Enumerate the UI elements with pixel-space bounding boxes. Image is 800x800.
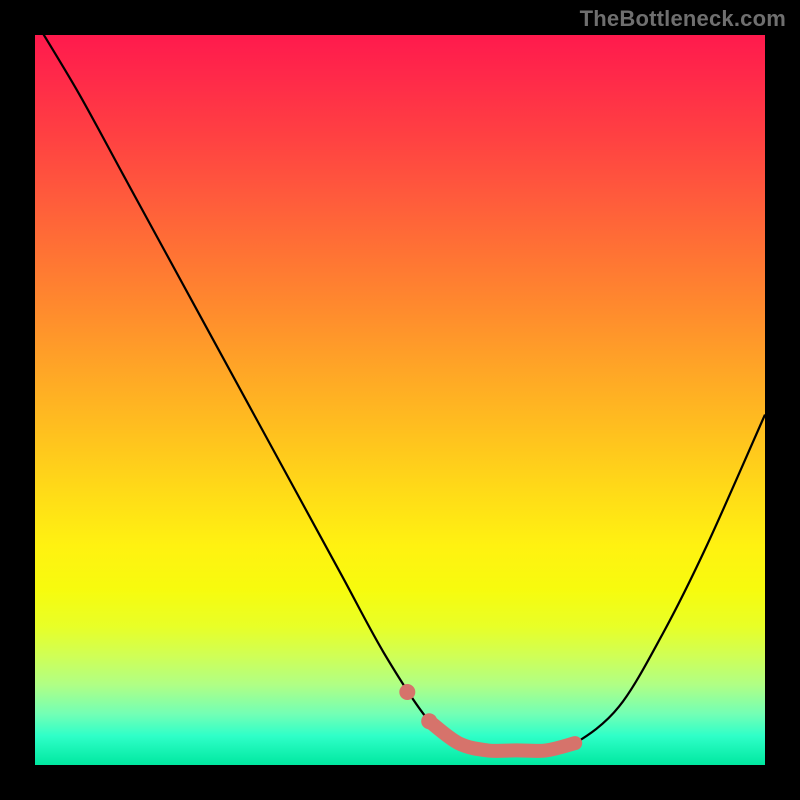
chart-svg xyxy=(35,35,765,765)
optimal-range-highlight xyxy=(429,721,575,751)
optimal-range-dot xyxy=(399,684,415,700)
chart-plot-area xyxy=(35,35,765,765)
bottleneck-curve xyxy=(35,35,765,751)
optimal-range-dot xyxy=(421,713,437,729)
watermark-text: TheBottleneck.com xyxy=(580,6,786,32)
